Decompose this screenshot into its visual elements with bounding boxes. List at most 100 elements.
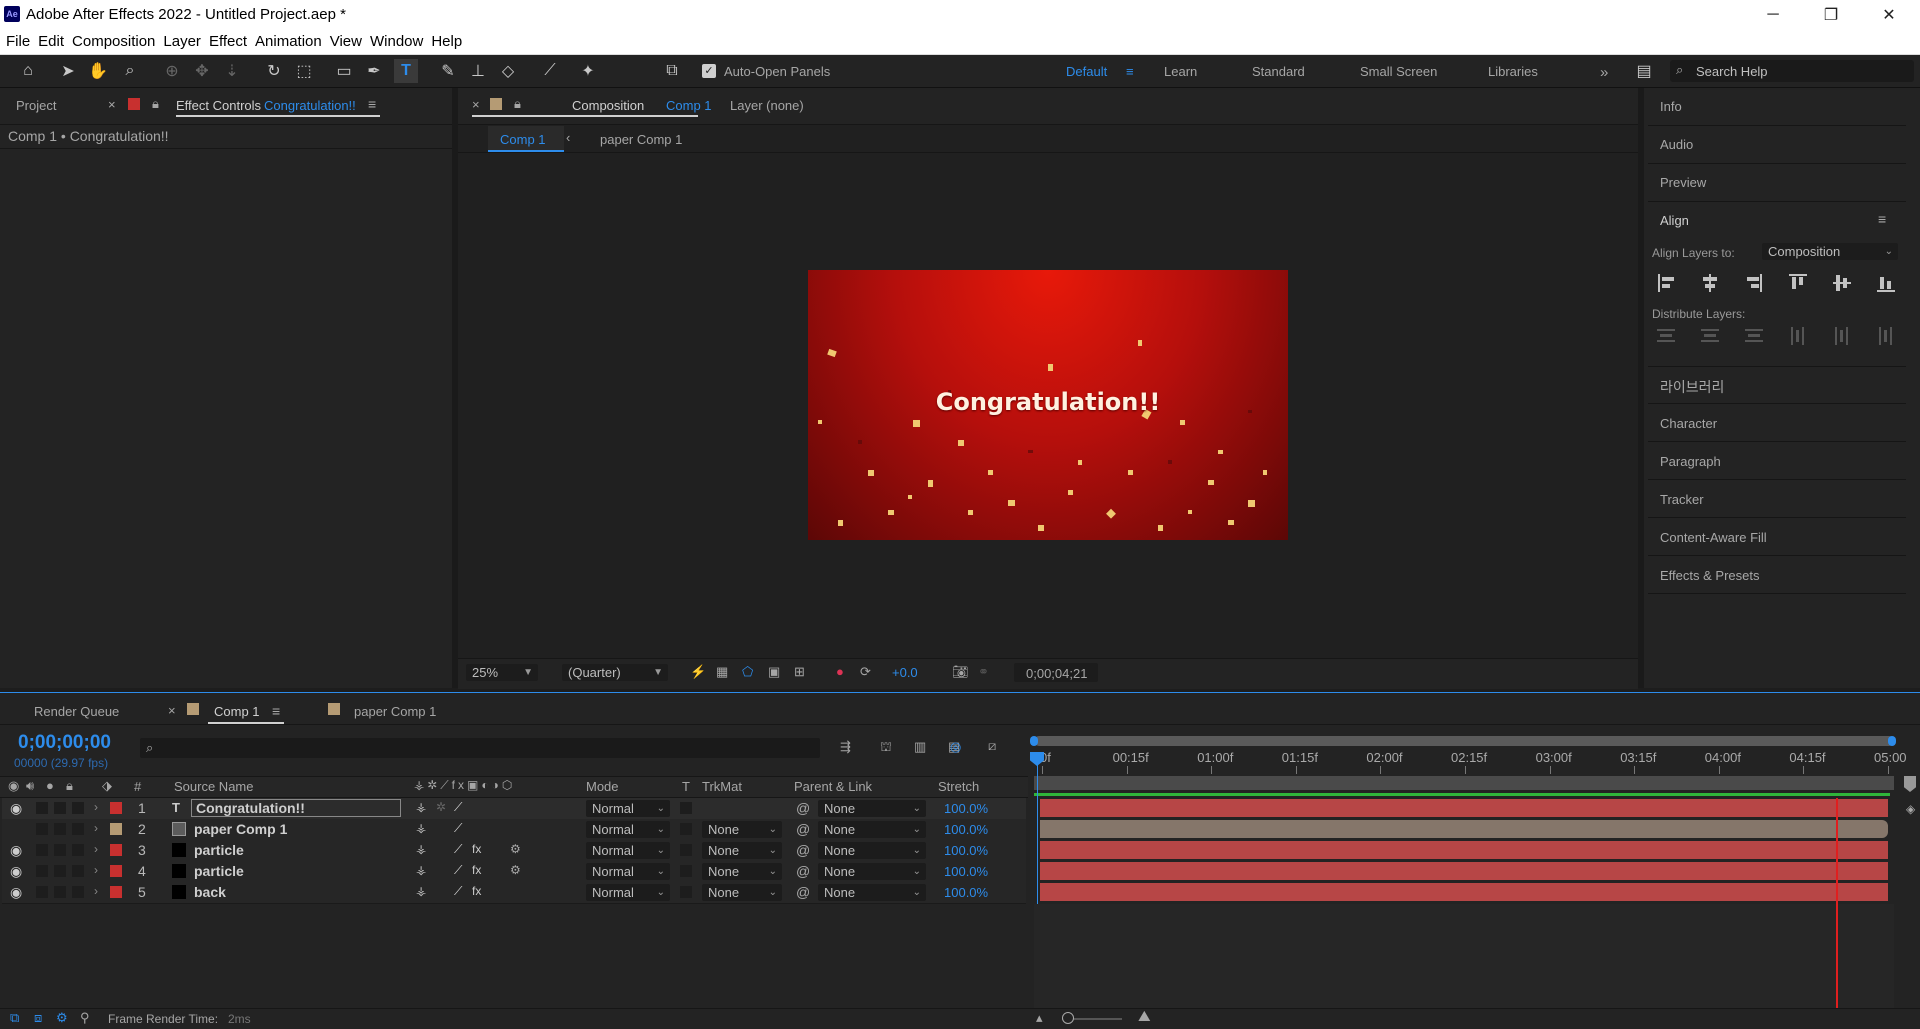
layer-search-input[interactable]: ⌕ [140, 738, 820, 758]
solo-toggle[interactable] [54, 886, 66, 898]
quality-switch-icon[interactable]: ⟋ [454, 863, 462, 878]
panel-menu-icon[interactable]: ≡ [368, 96, 376, 112]
solo-toggle[interactable] [54, 865, 66, 877]
menu-layer[interactable]: Layer [161, 30, 207, 54]
trkmat-dropdown[interactable]: None ⌄ [702, 842, 782, 859]
work-area-bar[interactable] [1034, 736, 1894, 746]
effect-switch-icon[interactable]: fx [472, 863, 481, 877]
quality-switch-icon[interactable]: ⟋ [454, 842, 462, 857]
panel-audio[interactable]: Audio [1660, 137, 1693, 152]
stretch-value[interactable]: 100.0% [944, 885, 988, 900]
close-tab-icon[interactable]: × [108, 97, 116, 112]
transparency-grid-icon[interactable]: ▦ [716, 664, 728, 680]
puppet-tool-icon[interactable]: ✦ [576, 59, 600, 83]
work-area-end-handle[interactable] [1888, 736, 1896, 746]
preserve-transparency-toggle[interactable] [680, 823, 692, 835]
quality-switch-icon[interactable]: ⟋ [454, 884, 462, 899]
audio-header-icon[interactable]: 🔊︎ [26, 778, 34, 794]
rectangle-tool-icon[interactable]: ▭ [332, 59, 356, 83]
tab-project[interactable]: Project [16, 98, 56, 113]
shy-switch-icon[interactable]: ⚶ [416, 800, 426, 814]
panel-align-title[interactable]: Align [1660, 213, 1689, 228]
auto-open-checkbox[interactable]: ✓ [702, 64, 716, 78]
preserve-transparency-toggle[interactable] [680, 844, 692, 856]
layer-duration-bar[interactable] [1040, 841, 1888, 859]
current-time[interactable]: 0;00;00;00 [18, 732, 111, 754]
lock-toggle[interactable] [72, 865, 84, 877]
layer-name[interactable]: particle [194, 842, 244, 858]
pick-whip-icon[interactable]: @ [796, 821, 810, 837]
tab-composition[interactable]: Composition [572, 98, 644, 113]
restore-button[interactable]: ❐ [1802, 0, 1860, 30]
workspace-menu-icon[interactable]: ≡ [1126, 64, 1134, 79]
align-bottom-icon[interactable] [1877, 277, 1895, 292]
layer-label-color[interactable] [110, 865, 122, 877]
tab-layer[interactable]: Layer (none) [730, 98, 804, 113]
workspace-standard[interactable]: Standard [1252, 64, 1305, 79]
parent-dropdown[interactable]: None ⌄ [818, 800, 926, 817]
expand-chevron-icon[interactable]: › [94, 821, 98, 835]
menu-file[interactable]: File [0, 30, 36, 54]
transfer-controls-icon[interactable]: ⚙ [56, 1010, 68, 1026]
menu-help[interactable]: Help [429, 30, 468, 54]
adjustment-switch-icon[interactable]: ⚙ [510, 842, 521, 856]
close-tab-icon[interactable]: × [168, 703, 176, 718]
layer-label-color[interactable] [110, 823, 122, 835]
layer-name[interactable]: back [194, 884, 226, 900]
channel-icon[interactable]: ● [836, 664, 844, 679]
expand-chevron-icon[interactable]: › [94, 884, 98, 898]
tab-render-queue[interactable]: Render Queue [34, 704, 119, 719]
search-help-box[interactable]: ⌕ Search Help [1670, 60, 1914, 82]
mask-visibility-icon[interactable]: ⬠ [742, 664, 753, 680]
snapping-icon[interactable]: ⧉ [660, 59, 684, 83]
mode-dropdown[interactable]: Normal ⌄ [586, 842, 670, 859]
lock-toggle[interactable] [72, 844, 84, 856]
align-right-icon[interactable] [1747, 274, 1762, 292]
distribute-right-icon[interactable] [1879, 327, 1892, 345]
video-toggle-header-icon[interactable]: ◉ [8, 778, 19, 794]
pan-behind-icon[interactable]: ⬚ [292, 59, 316, 83]
parent-dropdown[interactable]: None ⌄ [818, 863, 926, 880]
distribute-hcenter-icon[interactable] [1835, 327, 1848, 345]
close-tab-icon[interactable]: × [472, 97, 480, 112]
collapse-switch-icon[interactable]: ✲ [436, 800, 446, 814]
solo-toggle[interactable] [54, 802, 66, 814]
distribute-bottom-icon[interactable] [1745, 329, 1763, 342]
align-top-icon[interactable] [1789, 274, 1807, 289]
visibility-eye-icon[interactable]: ◉ [10, 842, 22, 859]
pick-whip-icon[interactable]: @ [796, 884, 810, 900]
menu-effect[interactable]: Effect [207, 30, 253, 54]
layer-name[interactable]: Congratulation!! [191, 799, 401, 817]
audio-toggle[interactable] [36, 865, 48, 877]
zoom-tool-icon[interactable]: ⌕ [118, 59, 142, 83]
align-hcenter-icon[interactable] [1703, 274, 1717, 292]
layer-row[interactable]: ◉ › 5 back ⚶ ⟋ fx Normal ⌄ None ⌄ @ None ⌄ 100.0% [2, 882, 1026, 904]
workspace-libraries[interactable]: Libraries [1488, 64, 1538, 79]
home-icon[interactable]: ⌂ [16, 59, 40, 83]
distribute-vcenter-icon[interactable] [1701, 329, 1719, 342]
keyframe-marker-icon[interactable]: ◈ [1906, 802, 1915, 816]
clone-stamp-icon[interactable]: ⊥ [466, 59, 490, 83]
workspace-learn[interactable]: Learn [1164, 64, 1197, 79]
motion-blur-icon[interactable]: ◎ [950, 739, 961, 755]
preserve-transparency-toggle[interactable] [680, 886, 692, 898]
draft-3d-icon[interactable]: ⛫ [880, 739, 892, 757]
menu-composition[interactable]: Composition [70, 30, 161, 54]
menu-animation[interactable]: Animation [253, 30, 328, 54]
in-out-icon[interactable]: ⚲ [80, 1010, 90, 1026]
reset-exposure-icon[interactable]: ⟳ [860, 664, 871, 680]
rotation-tool-icon[interactable]: ↻ [262, 59, 286, 83]
lock-header-icon[interactable]: 🔒︎ [66, 778, 73, 794]
panel-paragraph[interactable]: Paragraph [1660, 454, 1721, 469]
parent-dropdown[interactable]: None ⌄ [818, 821, 926, 838]
preserve-transparency-toggle[interactable] [680, 802, 692, 814]
mode-dropdown[interactable]: Normal ⌄ [586, 821, 670, 838]
tab-effect-controls[interactable]: Effect Controls [176, 98, 261, 113]
layer-label-color[interactable] [110, 802, 122, 814]
snapshot-icon[interactable]: 📷︎ [952, 664, 969, 680]
show-snapshot-icon[interactable]: ⚭ [978, 664, 989, 680]
work-area-start-handle[interactable] [1030, 736, 1038, 746]
visibility-eye-icon[interactable]: ◉ [10, 884, 22, 901]
region-of-interest-icon[interactable]: ▣ [768, 664, 780, 680]
layer-row[interactable]: › 2 paper Comp 1 ⚶ ⟋ Normal ⌄ None ⌄ @ None ⌄ 100.0% [2, 819, 1026, 841]
